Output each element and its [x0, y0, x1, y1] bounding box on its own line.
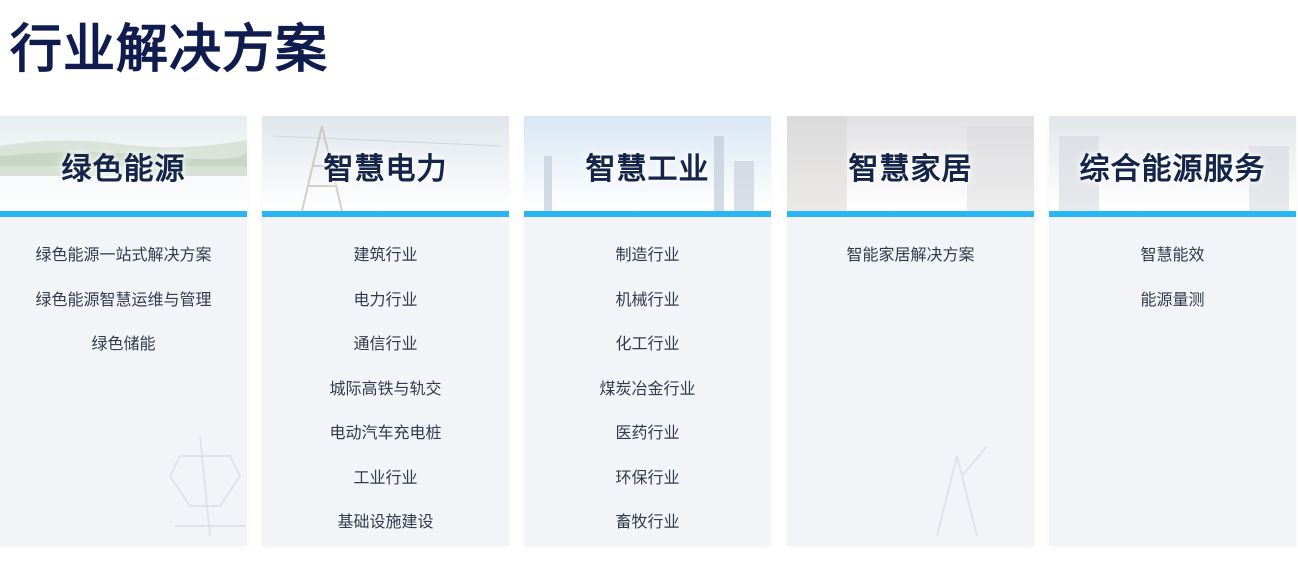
card-title: 智慧电力 — [323, 151, 448, 187]
card-title: 智慧家居 — [848, 151, 973, 187]
item-list: 绿色能源一站式解决方案 绿色能源智慧运维与管理 绿色储能 — [0, 217, 247, 373]
list-item[interactable]: 城际高铁与轨交 — [262, 373, 509, 418]
list-item[interactable]: 工业行业 — [262, 462, 509, 507]
list-item[interactable]: 通信行业 — [262, 328, 509, 373]
card-header[interactable]: 智慧工业 — [524, 116, 771, 217]
list-item[interactable]: 电力行业 — [262, 284, 509, 329]
list-item[interactable]: 绿色能源一站式解决方案 — [0, 239, 247, 284]
list-item[interactable]: 电动汽车充电桩 — [262, 417, 509, 462]
list-item[interactable]: 绿色能源智慧运维与管理 — [0, 284, 247, 329]
item-list: 智慧能效 能源量测 — [1049, 217, 1296, 328]
list-item[interactable]: 煤炭冶金行业 — [524, 373, 771, 418]
card-header[interactable]: 智慧电力 — [262, 116, 509, 217]
card-green-energy: 绿色能源 绿色能源一站式解决方案 绿色能源智慧运维与管理 绿色储能 — [0, 116, 247, 546]
card-smart-home: 智慧家居 智能家居解决方案 — [787, 116, 1034, 546]
card-header[interactable]: 智慧家居 — [787, 116, 1034, 217]
list-item[interactable]: 建筑行业 — [262, 239, 509, 284]
card-smart-power: 智慧电力 建筑行业 电力行业 通信行业 城际高铁与轨交 电动汽车充电桩 工业行业… — [262, 116, 509, 546]
card-header[interactable]: 绿色能源 — [0, 116, 247, 217]
item-list: 制造行业 机械行业 化工行业 煤炭冶金行业 医药行业 环保行业 畜牧行业 — [524, 217, 771, 546]
decorative-line-art — [787, 416, 1034, 546]
solution-cards: 绿色能源 绿色能源一站式解决方案 绿色能源智慧运维与管理 绿色储能 智慧电力 建… — [0, 116, 1298, 556]
card-title: 绿色能源 — [61, 151, 186, 187]
list-item[interactable]: 环保行业 — [524, 462, 771, 507]
item-list: 建筑行业 电力行业 通信行业 城际高铁与轨交 电动汽车充电桩 工业行业 基础设施… — [262, 217, 509, 546]
card-title: 智慧工业 — [585, 151, 710, 187]
page-title: 行业解决方案 — [10, 20, 329, 80]
list-item[interactable]: 能源量测 — [1049, 284, 1296, 329]
item-list: 智能家居解决方案 — [787, 217, 1034, 284]
list-item[interactable]: 机械行业 — [524, 284, 771, 329]
list-item[interactable]: 智能家居解决方案 — [787, 239, 1034, 284]
card-title: 综合能源服务 — [1079, 151, 1266, 187]
list-item[interactable]: 基础设施建设 — [262, 506, 509, 546]
list-item[interactable]: 绿色储能 — [0, 328, 247, 373]
list-item[interactable]: 智慧能效 — [1049, 239, 1296, 284]
card-header[interactable]: 综合能源服务 — [1049, 116, 1296, 217]
card-smart-industry: 智慧工业 制造行业 机械行业 化工行业 煤炭冶金行业 医药行业 环保行业 畜牧行… — [524, 116, 771, 546]
list-item[interactable]: 制造行业 — [524, 239, 771, 284]
list-item[interactable]: 化工行业 — [524, 328, 771, 373]
decorative-line-art — [0, 416, 247, 546]
card-integrated-energy-services: 综合能源服务 智慧能效 能源量测 — [1049, 116, 1296, 546]
list-item[interactable]: 畜牧行业 — [524, 506, 771, 546]
list-item[interactable]: 医药行业 — [524, 417, 771, 462]
